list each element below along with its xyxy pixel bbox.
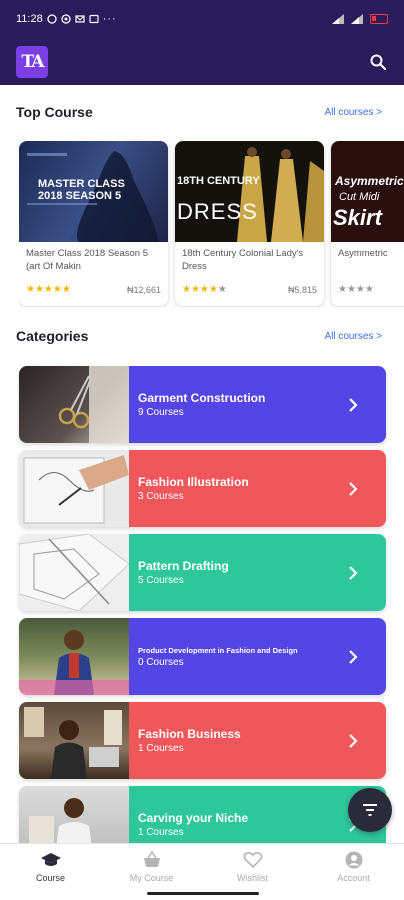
course-thumbnail: 18TH CENTURY DRESS [175, 141, 324, 242]
battery-icon [370, 14, 388, 24]
course-thumb-text: Asymmetric [335, 174, 404, 188]
basket-icon [143, 851, 160, 867]
category-card[interactable]: Garment Construction 9 Courses [19, 366, 386, 443]
course-thumb-text: 18TH CENTURY [177, 175, 260, 187]
category-card[interactable]: Pattern Drafting 5 Courses [19, 534, 386, 611]
all-courses-link[interactable]: All courses > [324, 107, 382, 118]
course-title: 18th Century Colonial Lady's Dress [182, 248, 304, 272]
course-title: Master Class 2018 Season 5 (art Of Makin [26, 248, 148, 272]
course-card[interactable]: MASTER CLASS 2018 SEASON 5 Master Class … [19, 141, 168, 306]
course-thumb-text: Cut Midi [339, 191, 380, 203]
category-card[interactable]: Product Development in Fashion and Desig… [19, 618, 386, 695]
nav-label: My Course [129, 873, 174, 883]
course-title: Asymmetric [338, 248, 388, 259]
course-thumb-text: DRESS [177, 199, 258, 224]
notification-icon [47, 14, 57, 24]
status-time: 11:28 [16, 13, 43, 25]
pattern-paper-image [19, 534, 129, 611]
course-thumb-text: Skirt [333, 205, 382, 230]
nav-label: Wishlist [237, 873, 268, 883]
designer-photo-image [19, 630, 129, 695]
course-thumbnail: MASTER CLASS 2018 SEASON 5 [19, 141, 168, 242]
graduation-cap-icon [40, 853, 61, 866]
category-body: Fashion Illustration 3 Courses [129, 450, 386, 527]
course-card[interactable]: Asymmetric Cut Midi Skirt Asymmetric ★★★… [331, 141, 404, 306]
user-icon [345, 851, 362, 869]
top-course-carousel[interactable]: MASTER CLASS 2018 SEASON 5 Master Class … [19, 141, 404, 307]
category-body: Garment Construction 9 Courses [129, 366, 386, 443]
whatsapp-icon [61, 14, 71, 24]
scissors-image [58, 366, 129, 443]
course-meta: ★★★★★ ₦5,815 [175, 280, 324, 295]
rating-stars: ★★★★★ [182, 284, 227, 295]
category-image [19, 702, 129, 779]
rating-stars: ★★★★★ [26, 284, 71, 295]
category-body: Product Development in Fashion and Desig… [129, 618, 386, 695]
status-bar: 11:28 ··· [0, 0, 404, 38]
course-meta: ★★★★ [331, 280, 404, 295]
course-price: ₦12,661 [126, 284, 161, 295]
section-title: Categories [16, 328, 89, 344]
all-categories-link[interactable]: All courses > [324, 331, 382, 342]
category-card[interactable]: Fashion Illustration 3 Courses [19, 450, 386, 527]
heart-icon [243, 851, 262, 869]
dress-models-image [237, 147, 324, 242]
nav-label: Account [337, 873, 370, 883]
chevron-right-icon [349, 649, 358, 664]
course-price: ₦5,815 [287, 284, 317, 295]
business-owner-image [24, 707, 122, 779]
app-bar: TA [0, 38, 404, 85]
course-meta: ★★★★★ ₦12,661 [19, 280, 168, 295]
chevron-right-icon [349, 565, 358, 580]
search-icon [370, 54, 386, 70]
course-thumbnail: Asymmetric Cut Midi Skirt [331, 141, 404, 242]
category-body: Pattern Drafting 5 Courses [129, 534, 386, 611]
mail-icon [75, 15, 85, 23]
signal-2-icon [351, 14, 363, 24]
home-indicator [147, 892, 259, 895]
chevron-right-icon [349, 397, 358, 412]
app-logo[interactable]: TA [16, 45, 48, 78]
sketching-image [23, 455, 129, 524]
top-course-header: Top Course All courses > [16, 104, 382, 120]
section-title: Top Course [16, 104, 93, 120]
category-image [19, 366, 129, 443]
category-image [19, 450, 129, 527]
course-thumb-text: MASTER CLASS 2018 SEASON 5 [38, 178, 125, 202]
message-icon [89, 14, 99, 24]
rating-stars: ★★★★ [338, 284, 374, 295]
nav-course[interactable]: Course [0, 844, 101, 900]
category-body: Fashion Business 1 Courses [129, 702, 386, 779]
category-card[interactable]: Fashion Business 1 Courses [19, 702, 386, 779]
search-button[interactable] [368, 52, 388, 72]
nav-account[interactable]: Account [303, 844, 404, 900]
more-status-icon: ··· [102, 13, 117, 25]
course-card[interactable]: 18TH CENTURY DRESS 18th Century Colonial… [175, 141, 324, 306]
chevron-right-icon [349, 733, 358, 748]
signal-icon [332, 14, 344, 24]
categories-header: Categories All courses > [16, 328, 382, 344]
filter-icon [363, 804, 377, 816]
chevron-right-icon [349, 481, 358, 496]
filter-button[interactable] [348, 788, 392, 832]
nav-label: Course [35, 873, 65, 883]
category-image [19, 534, 129, 611]
category-image [19, 618, 129, 695]
